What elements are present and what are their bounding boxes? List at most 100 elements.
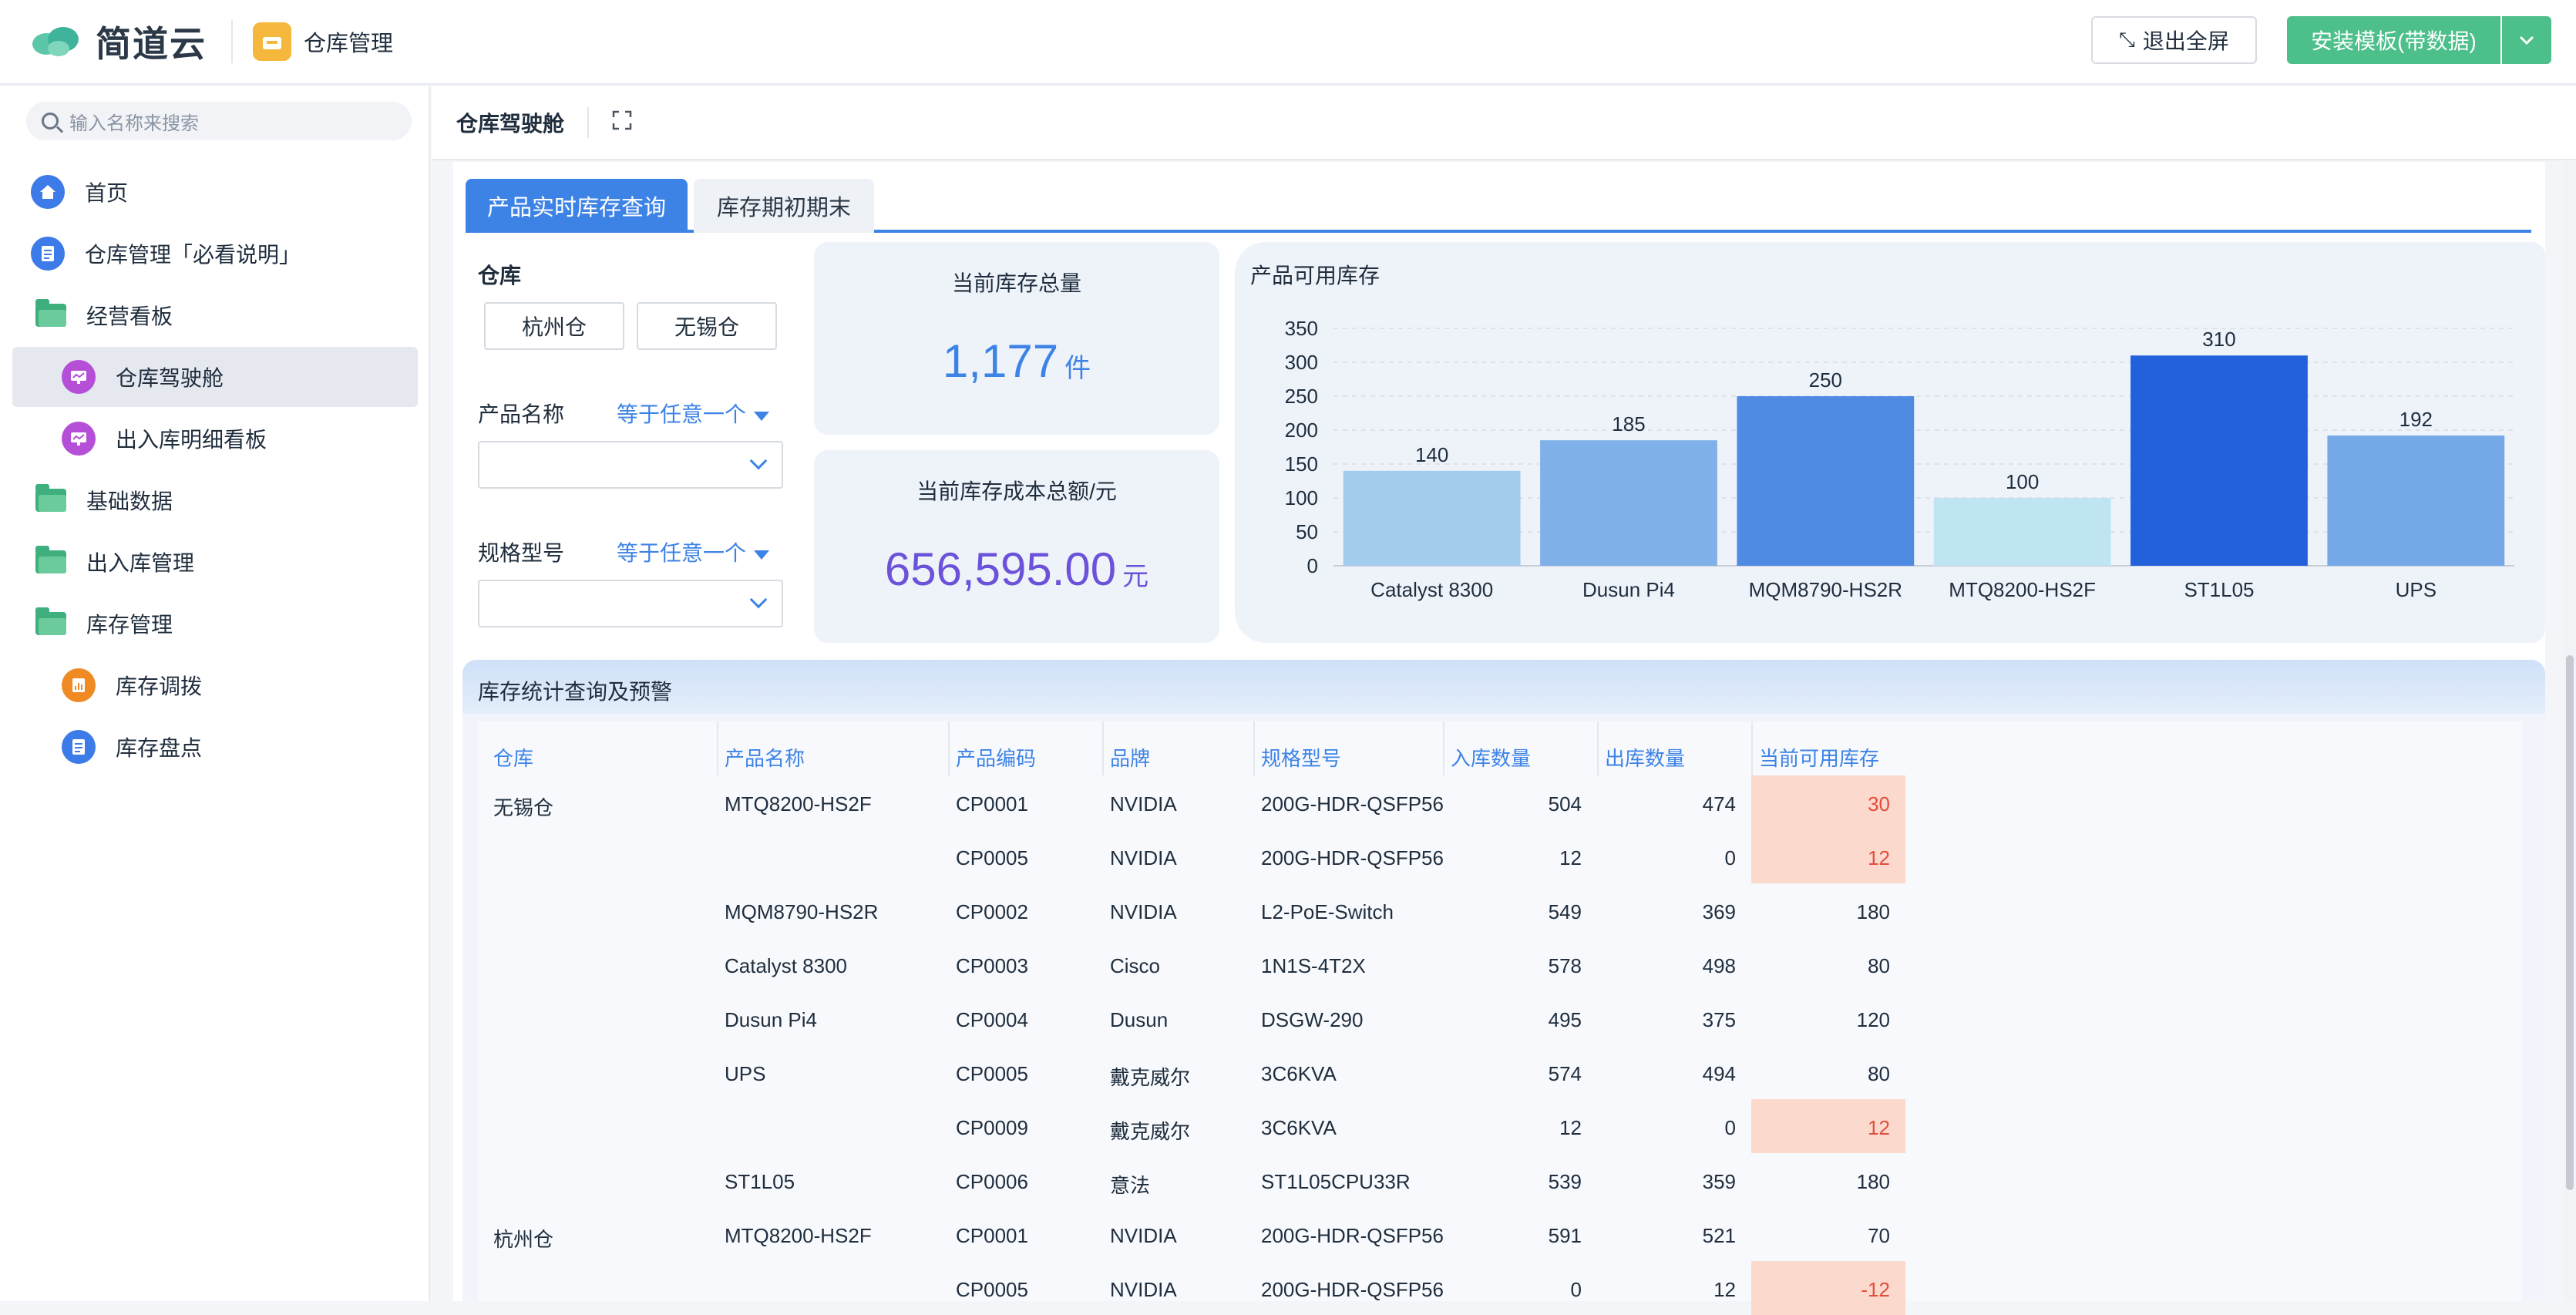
data-label: 185 xyxy=(1612,412,1645,436)
sidebar-item-home[interactable]: 首页 xyxy=(12,162,418,222)
install-template-label: 安装模板(带数据) xyxy=(2311,29,2477,53)
dashboard-content: 产品实时库存查询 库存期初期末 仓库 杭州仓 无锡仓 产品名称 等于任意一个 规… xyxy=(453,162,2545,1315)
table-cell-out: 521 xyxy=(1702,1224,1736,1247)
spec-condition-dropdown[interactable]: 等于任意一个 xyxy=(617,536,770,567)
data-label: 310 xyxy=(2202,328,2235,351)
sidebar-item-inout-dashboard[interactable]: 出入库明细看板 xyxy=(12,409,418,469)
sidebar-item-stock-management[interactable]: 库存管理 xyxy=(12,594,418,654)
brand-logo[interactable]: 简道云 xyxy=(29,16,207,67)
warehouse-option-wuxi[interactable]: 无锡仓 xyxy=(637,302,777,350)
product-select[interactable] xyxy=(478,441,783,489)
sidebar-item-inout-management[interactable]: 出入库管理 xyxy=(12,532,418,592)
dashboard-icon xyxy=(62,422,96,456)
table-cell-out: 0 xyxy=(1724,846,1736,869)
column-divider xyxy=(1751,721,1753,775)
scrollbar-thumb[interactable] xyxy=(2566,655,2574,1190)
column-header: 产品名称 xyxy=(725,747,805,770)
document-icon xyxy=(31,237,65,271)
exit-fullscreen-button[interactable]: ⤡ 退出全屏 xyxy=(2091,16,2257,64)
search-placeholder: 输入名称来搜索 xyxy=(69,113,199,134)
column-header: 产品编码 xyxy=(956,747,1037,770)
column-header: 入库数量 xyxy=(1451,747,1532,770)
x-tick-label: Catalyst 8300 xyxy=(1370,578,1493,601)
tab-stock-period[interactable]: 库存期初期末 xyxy=(694,179,874,233)
table-cell-product: MTQ8200-HS2F xyxy=(725,1224,872,1247)
x-tick-label: ST1L05 xyxy=(2184,578,2254,601)
sidebar: 输入名称来搜索 首页 仓库管理「必看说明」 经营看板 仓库驾驶舱 出入库明细看板… xyxy=(0,86,430,1301)
table-cell-in: 12 xyxy=(1559,1116,1582,1139)
app-name: 仓库管理 xyxy=(304,32,394,56)
chevron-down-icon xyxy=(749,452,768,470)
sidebar-item-dashboards[interactable]: 经营看板 xyxy=(12,285,418,345)
home-icon xyxy=(31,175,65,209)
folder-icon xyxy=(35,546,66,573)
table-cell-spec: 3C6KVA xyxy=(1261,1062,1337,1085)
condition-label: 等于任意一个 xyxy=(617,541,747,565)
warehouse-option-hangzhou[interactable]: 杭州仓 xyxy=(484,302,624,350)
table-cell-spec: 1N1S-4T2X xyxy=(1261,954,1366,977)
table-cell-code: CP0009 xyxy=(956,1116,1028,1139)
data-label: 192 xyxy=(2399,408,2433,431)
column-header: 仓库 xyxy=(493,747,534,770)
sidebar-item-label: 仓库驾驶舱 xyxy=(116,366,224,390)
stock-table: 仓库 产品名称 产品编码 品牌 规格型号 入库数量 出库数量 当前可用库存 无锡仓 MTQ8200… xyxy=(478,721,2522,1315)
table-cell-code: CP0001 xyxy=(956,792,1028,816)
transfer-icon xyxy=(62,668,96,702)
x-tick-label: UPS xyxy=(2396,578,2436,601)
product-condition-dropdown[interactable]: 等于任意一个 xyxy=(617,398,770,429)
sidebar-item-stock-transfer[interactable]: 库存调拨 xyxy=(12,655,418,715)
table-cell-spec: 200G-HDR-QSFP56 xyxy=(1261,846,1444,869)
y-tick-label: 300 xyxy=(1285,351,1318,374)
sidebar-item-stocktaking[interactable]: 库存盘点 xyxy=(12,717,418,777)
table-cell-avail: 80 xyxy=(1868,954,1890,977)
stock-statistics-card: 库存统计查询及预警 仓库 产品名称 产品编码 品牌 规格型号 入库数量 出库数量 当前可用库存… xyxy=(462,660,2545,1315)
data-label: 140 xyxy=(1415,443,1448,466)
column-header: 出库数量 xyxy=(1605,747,1686,770)
divider xyxy=(587,107,590,138)
y-tick-label: 350 xyxy=(1285,317,1318,340)
sidebar-item-guide[interactable]: 仓库管理「必看说明」 xyxy=(12,224,418,284)
sidebar-item-label: 经营看板 xyxy=(86,304,173,328)
table-cell-in: 504 xyxy=(1548,792,1582,816)
chevron-down-icon xyxy=(2519,35,2534,45)
page-title: 仓库驾驶舱 xyxy=(456,112,565,136)
sidebar-item-label: 库存调拨 xyxy=(116,674,203,698)
bar xyxy=(1540,440,1717,566)
available-stock-chart-card: 产品可用库存 0 50 100 150 200 250 300 350 140 Catalyst … xyxy=(1235,242,2545,643)
sidebar-item-label: 首页 xyxy=(85,181,129,205)
search-input[interactable]: 输入名称来搜索 xyxy=(26,102,412,140)
install-template-button[interactable]: 安装模板(带数据) xyxy=(2287,16,2500,64)
bar xyxy=(1343,470,1521,566)
sidebar-item-basic-data[interactable]: 基础数据 xyxy=(12,470,418,530)
spec-select[interactable] xyxy=(478,580,783,627)
table-cell-brand: NVIDIA xyxy=(1110,1224,1177,1247)
page-header: 仓库驾驶舱 xyxy=(432,86,2576,160)
table-cell-out: 494 xyxy=(1702,1062,1736,1085)
caret-down-icon xyxy=(754,550,770,560)
tab-realtime-stock[interactable]: 产品实时库存查询 xyxy=(466,179,688,233)
table-cell-avail: 80 xyxy=(1868,1062,1890,1085)
table-cell-avail: 180 xyxy=(1856,1170,1890,1193)
table-cell-spec: 3C6KVA xyxy=(1261,1116,1337,1139)
data-label: 250 xyxy=(1809,368,1842,392)
y-tick-label: 0 xyxy=(1307,554,1318,577)
table-cell-in: 12 xyxy=(1559,846,1582,869)
y-tick-label: 250 xyxy=(1285,385,1318,408)
y-tick-label: 50 xyxy=(1296,520,1318,543)
dashboard-icon xyxy=(62,360,96,394)
sidebar-item-warehouse-cockpit[interactable]: 仓库驾驶舱 xyxy=(12,347,418,407)
column-divider xyxy=(1443,721,1444,775)
install-dropdown-button[interactable] xyxy=(2502,16,2551,64)
table-cell-spec: L2-PoE-Switch xyxy=(1261,900,1394,923)
sidebar-item-label: 出入库明细看板 xyxy=(116,428,267,452)
table-cell-brand: NVIDIA xyxy=(1110,846,1177,869)
kpi-title: 当前库存成本总额/元 xyxy=(916,479,1117,503)
table-cell-in: 574 xyxy=(1548,1062,1582,1085)
table-cell-brand: Dusun xyxy=(1110,1008,1169,1031)
table-cell-code: CP0004 xyxy=(956,1008,1028,1031)
total-cost-value: 656,595.00 xyxy=(884,543,1117,595)
expand-icon[interactable] xyxy=(612,110,632,136)
total-cost-unit: 元 xyxy=(1122,562,1149,591)
table-cell-code: CP0006 xyxy=(956,1170,1028,1193)
available-stock-chart: 0 50 100 150 200 250 300 350 140 Catalyst 8300 185… xyxy=(1285,317,2514,601)
